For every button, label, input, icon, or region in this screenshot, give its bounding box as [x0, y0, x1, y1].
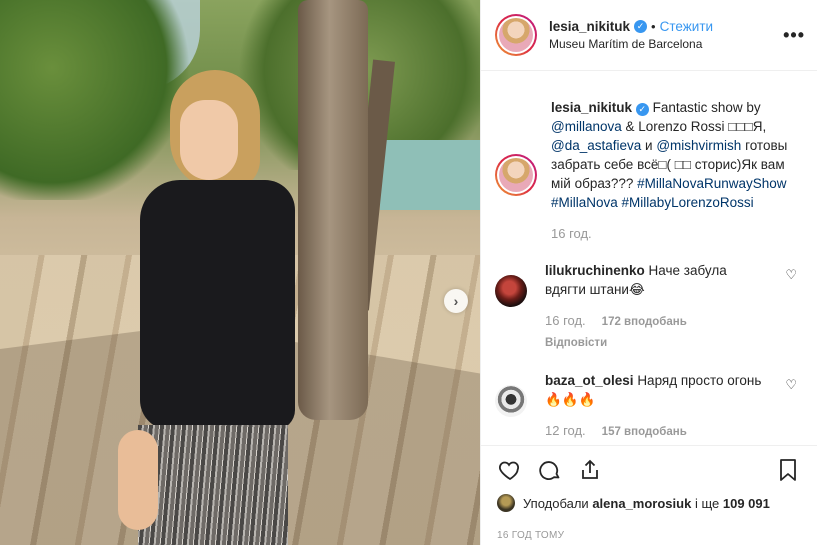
likes-middle: і ще: [694, 495, 720, 511]
commenter-avatar[interactable]: [495, 385, 527, 417]
like-comment-heart-icon[interactable]: ♡: [785, 377, 797, 393]
caption-avatar[interactable]: [495, 154, 537, 196]
verified-badge-icon: ✓: [635, 103, 649, 116]
post-sidebar: lesia_nikituk ✓ • Стежити Museu Marítim …: [480, 0, 817, 545]
comments-list[interactable]: lesia_nikituk ✓ Fantastic show by @milla…: [481, 72, 817, 445]
likes-count[interactable]: 109 091: [723, 496, 770, 511]
liker-avatar[interactable]: [497, 494, 515, 512]
author-username[interactable]: lesia_nikituk: [549, 19, 630, 34]
post-date[interactable]: 16 ГОД ТОМУ: [497, 530, 801, 541]
separator-dot: •: [651, 19, 656, 34]
comment-likes[interactable]: 172 вподобань: [602, 313, 687, 332]
verified-badge-icon: ✓: [634, 20, 648, 33]
like-comment-heart-icon[interactable]: ♡: [785, 267, 797, 283]
caption-time[interactable]: 16 год.: [551, 224, 791, 243]
commenter-username[interactable]: baza_ot_olesi: [545, 373, 634, 388]
post-actions: Уподобали alena_morosiuk і ще 109 091 16…: [481, 445, 817, 545]
share-icon[interactable]: [577, 457, 603, 483]
mention-link[interactable]: @millanova: [551, 119, 622, 134]
hashtag-link[interactable]: #MillabyLorenzoRossi: [622, 195, 754, 210]
post-caption: lesia_nikituk ✓ Fantastic show by @milla…: [495, 98, 801, 243]
photo-subject: [110, 70, 310, 545]
instagram-post: › lesia_nikituk ✓ • Стежити Museu Maríti…: [0, 0, 817, 545]
comment-time[interactable]: 16 год.: [545, 311, 586, 330]
mention-link[interactable]: @mishvirmish: [656, 138, 741, 153]
comment-bubble-icon[interactable]: [537, 457, 563, 483]
like-heart-icon[interactable]: [497, 457, 523, 483]
comment-likes[interactable]: 157 вподобань: [602, 423, 687, 442]
comment-item: lilukruchinenko Наче забула вдягти штани…: [495, 261, 801, 353]
caption-text: Fantastic show by: [652, 100, 761, 115]
caption-text: & Lorenzo Rossi □□□Я,: [625, 119, 767, 134]
chevron-right-icon: ›: [453, 293, 459, 309]
liker-username[interactable]: alena_morosiuk: [592, 496, 691, 511]
hashtag-link[interactable]: #MillaNovaRunwayShow: [637, 176, 786, 191]
post-header: lesia_nikituk ✓ • Стежити Museu Marítim …: [481, 0, 817, 71]
follow-button[interactable]: Стежити: [660, 19, 713, 34]
more-options-icon[interactable]: •••: [783, 25, 805, 46]
likes-summary: Уподобали alena_morosiuk і ще 109 091: [497, 494, 801, 512]
bookmark-icon[interactable]: [775, 457, 801, 483]
comment-item: baza_ot_olesi Наряд просто огонь 🔥🔥🔥 12 …: [495, 371, 801, 442]
caption-username[interactable]: lesia_nikituk: [551, 100, 632, 115]
commenter-avatar[interactable]: [495, 275, 527, 307]
likes-prefix: Уподобали: [523, 495, 589, 511]
hashtag-link[interactable]: #MillaNova: [551, 195, 618, 210]
next-photo-button[interactable]: ›: [444, 289, 468, 313]
comment-time[interactable]: 12 год.: [545, 421, 586, 440]
post-photo[interactable]: ›: [0, 0, 480, 545]
mention-link[interactable]: @da_astafieva: [551, 138, 641, 153]
commenter-username[interactable]: lilukruchinenko: [545, 263, 645, 278]
avatar[interactable]: [495, 14, 537, 56]
caption-text: и: [645, 138, 653, 153]
reply-button[interactable]: Відповісти: [545, 334, 765, 353]
location-link[interactable]: Museu Marítim de Barcelona: [549, 37, 783, 51]
